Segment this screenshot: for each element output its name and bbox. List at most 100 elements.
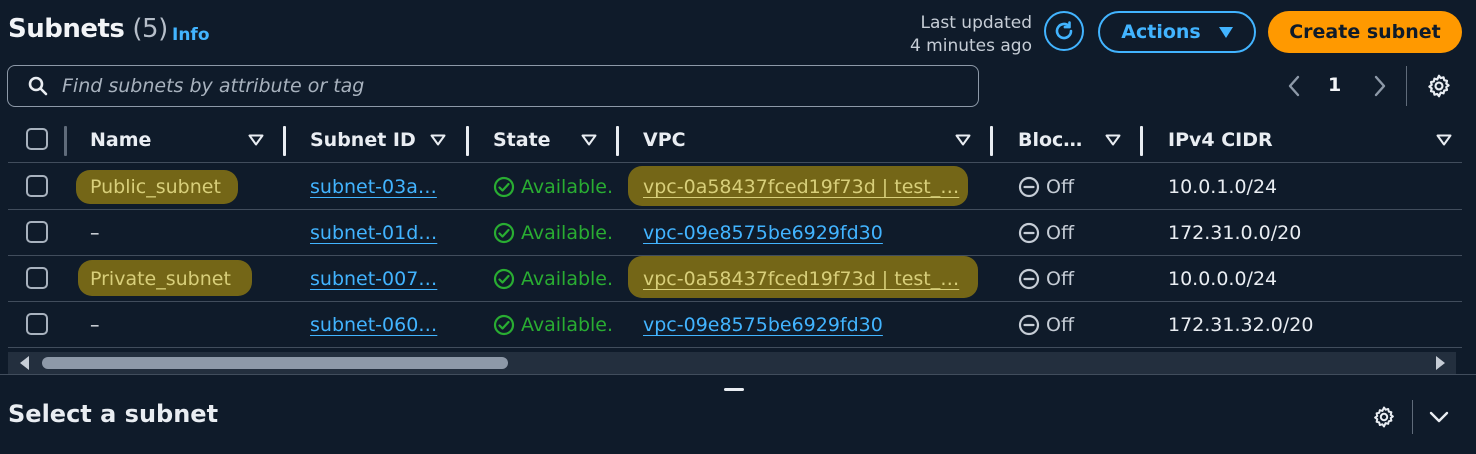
- chevron-down-icon[interactable]: [1428, 408, 1450, 426]
- table-row[interactable]: Private_subnet subnet-007… Available. vp…: [8, 256, 1462, 302]
- select-all-checkbox[interactable]: [26, 128, 48, 150]
- panel-tools-divider: [1412, 400, 1413, 434]
- create-subnet-button[interactable]: Create subnet: [1268, 11, 1462, 53]
- ipv4-cidr: 172.31.0.0/20: [1168, 222, 1302, 244]
- search-bar[interactable]: [7, 65, 979, 107]
- column-ipv4-cidr[interactable]: IPv4 CIDR: [1168, 129, 1273, 151]
- last-updated: Last updated 4 minutes ago: [910, 12, 1032, 58]
- horizontal-scrollbar[interactable]: [8, 352, 1456, 374]
- caret-down-icon: [1218, 26, 1233, 38]
- last-updated-label: Last updated: [920, 13, 1032, 33]
- block-label: Off: [1046, 176, 1075, 198]
- scroll-right-arrow[interactable]: [1436, 356, 1445, 370]
- check-circle-icon: [493, 222, 515, 244]
- ipv4-cidr: 172.31.32.0/20: [1168, 314, 1314, 336]
- subnet-id-link[interactable]: subnet-060…: [310, 314, 437, 336]
- sort-caret-icon[interactable]: [430, 134, 446, 146]
- column-block[interactable]: Bloc…: [1018, 129, 1082, 151]
- block-label: Off: [1046, 268, 1075, 290]
- gear-icon[interactable]: [1372, 405, 1396, 429]
- column-vpc[interactable]: VPC: [643, 129, 686, 151]
- last-updated-time: 4 minutes ago: [909, 36, 1032, 56]
- subnet-name: –: [90, 314, 100, 336]
- state-label: Available.: [521, 268, 614, 290]
- block-label: Off: [1046, 222, 1075, 244]
- table-row[interactable]: – subnet-060… Available. vpc-09e8575be69…: [8, 302, 1462, 348]
- column-subnet-id[interactable]: Subnet ID: [310, 129, 416, 151]
- row-checkbox[interactable]: [26, 175, 48, 197]
- block-label: Off: [1046, 314, 1075, 336]
- panel-divider: [0, 374, 1476, 375]
- sort-caret-icon[interactable]: [955, 134, 971, 146]
- table-row[interactable]: – subnet-01d… Available. vpc-09e8575be69…: [8, 210, 1462, 256]
- page-header: Subnets (5) Info Last updated 4 minutes a…: [0, 0, 1476, 64]
- ipv4-cidr: 10.0.1.0/24: [1168, 176, 1278, 198]
- block-status: Off: [1018, 222, 1074, 244]
- sort-caret-icon[interactable]: [1436, 134, 1452, 146]
- actions-button[interactable]: Actions: [1098, 11, 1256, 53]
- subnet-name: Public_subnet: [90, 176, 221, 198]
- detail-panel-title: Select a subnet: [8, 400, 219, 428]
- info-link[interactable]: Info: [172, 25, 210, 45]
- subnet-name: –: [90, 222, 100, 244]
- page-number[interactable]: 1: [1328, 74, 1341, 96]
- state-label: Available.: [521, 222, 614, 244]
- gear-icon[interactable]: [1426, 73, 1452, 99]
- block-status: Off: [1018, 314, 1074, 336]
- column-divider: [64, 126, 67, 156]
- minus-circle-icon: [1018, 176, 1040, 198]
- check-circle-icon: [493, 314, 515, 336]
- state-status: Available.: [493, 222, 613, 244]
- subnet-name: Private_subnet: [90, 268, 231, 290]
- minus-circle-icon: [1018, 222, 1040, 244]
- column-state[interactable]: State: [493, 129, 551, 151]
- refresh-button[interactable]: [1044, 11, 1084, 51]
- column-divider: [1140, 126, 1143, 156]
- sort-caret-icon[interactable]: [1105, 134, 1121, 146]
- column-name[interactable]: Name: [90, 129, 151, 151]
- check-circle-icon: [493, 176, 515, 198]
- minus-circle-icon: [1018, 268, 1040, 290]
- minus-circle-icon: [1018, 314, 1040, 336]
- page-title: Subnets (5): [8, 14, 168, 44]
- column-divider: [990, 126, 993, 156]
- state-status: Available.: [493, 268, 613, 290]
- subnet-id-link[interactable]: subnet-007…: [310, 268, 437, 290]
- vpc-link[interactable]: vpc-09e8575be6929fd30: [643, 314, 883, 336]
- chevron-left-icon[interactable]: [1284, 74, 1304, 98]
- block-status: Off: [1018, 176, 1074, 198]
- state-label: Available.: [521, 314, 614, 336]
- chevron-right-icon[interactable]: [1370, 74, 1390, 98]
- vpc-link[interactable]: vpc-0a58437fced19f73d | test_…: [643, 176, 959, 198]
- pager-divider: [1406, 66, 1407, 106]
- table-header: Name Subnet ID State VPC Bloc… IPv4 CIDR: [8, 118, 1462, 163]
- vpc-link[interactable]: vpc-09e8575be6929fd30: [643, 222, 883, 244]
- scroll-left-arrow[interactable]: [20, 356, 29, 370]
- actions-label: Actions: [1121, 21, 1201, 43]
- resize-handle[interactable]: [724, 388, 744, 391]
- state-label: Available.: [521, 176, 614, 198]
- subnet-count: (5): [132, 14, 168, 44]
- subnet-id-link[interactable]: subnet-01d…: [310, 222, 437, 244]
- search-input[interactable]: [60, 74, 944, 98]
- row-checkbox[interactable]: [26, 221, 48, 243]
- column-divider: [466, 126, 469, 156]
- subnet-id-link[interactable]: subnet-03a…: [310, 176, 437, 198]
- state-status: Available.: [493, 314, 613, 336]
- page-title-text: Subnets: [8, 14, 125, 44]
- search-icon: [28, 76, 48, 96]
- state-status: Available.: [493, 176, 613, 198]
- vpc-link[interactable]: vpc-0a58437fced19f73d | test_…: [643, 268, 959, 290]
- block-status: Off: [1018, 268, 1074, 290]
- row-checkbox[interactable]: [26, 313, 48, 335]
- ipv4-cidr: 10.0.0.0/24: [1168, 268, 1278, 290]
- table-row[interactable]: Public_subnet subnet-03a… Available. vpc…: [8, 164, 1462, 210]
- sort-caret-icon[interactable]: [581, 134, 597, 146]
- column-divider: [616, 126, 619, 156]
- sort-caret-icon[interactable]: [248, 134, 264, 146]
- refresh-icon: [1055, 21, 1073, 40]
- column-divider: [283, 126, 286, 156]
- check-circle-icon: [493, 268, 515, 290]
- row-checkbox[interactable]: [26, 267, 48, 289]
- scroll-thumb[interactable]: [42, 357, 508, 369]
